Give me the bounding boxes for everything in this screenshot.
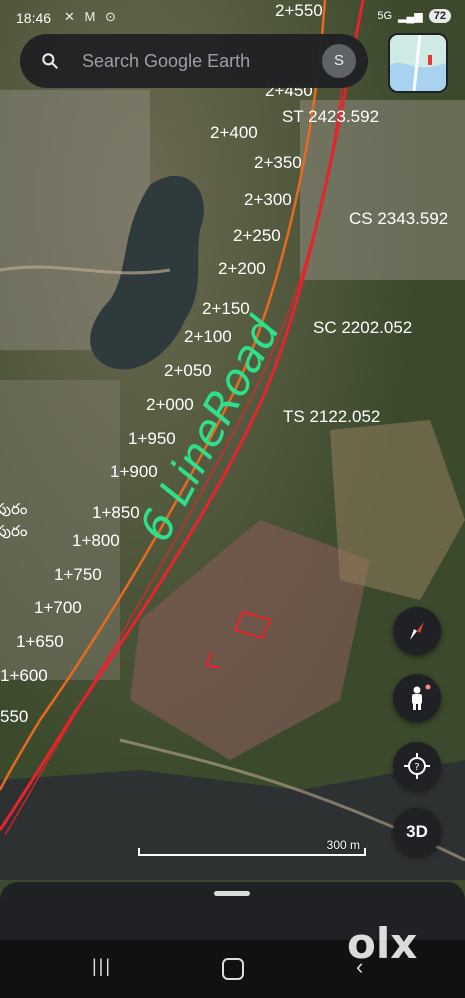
chainage-label: 550 [0,707,28,726]
place-label-2: పురం [0,522,28,540]
olx-watermark: OLX [347,919,417,968]
map-thumbnail-icon [390,35,446,91]
home-icon[interactable] [222,958,244,980]
olx-logo: OLX [347,919,417,968]
chainage-label: 1+700 [34,598,82,617]
clock: 18:46 [16,10,52,26]
locate-me-button[interactable]: ? [393,742,441,790]
signal-icon: ▂▄▆ [398,10,423,23]
search-icon [42,53,58,69]
map-scale: 300 m [138,838,366,858]
chainage-label: 1+800 [72,531,120,550]
search-input[interactable]: Search Google Earth [82,51,250,72]
map-layers-button[interactable] [388,33,448,93]
chainage-label: 2+050 [164,361,212,380]
status-bar: 18:46 ✕ M ⊙ 5G ▂▄▆ 72 [0,0,465,36]
chainage-label: 2+250 [233,226,281,245]
compass-button[interactable] [393,607,441,655]
chainage-label: 2+350 [254,153,302,172]
search-bar[interactable]: Search Google Earth S [20,34,368,88]
pegman-icon [412,684,431,710]
curve-point-label: CS 2343.592 [349,209,448,228]
avatar[interactable]: S [322,44,356,78]
location-target-icon: ? [404,753,430,779]
svg-text:?: ? [414,762,419,773]
chainage-label: 2+150 [202,299,250,318]
curve-point-label: TS 2122.052 [283,407,380,426]
place-label-1: పురం [0,500,28,518]
compass-icon [410,622,424,640]
chainage-label: 1+600 [0,666,48,685]
chainage-label: 1+750 [54,565,102,584]
chainage-label: 1+850 [92,503,140,522]
battery-icon: 72 [428,9,451,23]
chainage-label: 2+400 [210,123,258,142]
chainage-label: 2+300 [244,190,292,209]
chainage-label: 2+000 [146,395,194,414]
recent-apps-icon[interactable]: ||| [92,956,112,977]
chainage-label: 2+100 [184,327,232,346]
scale-bar [138,848,366,856]
street-view-button[interactable] [393,674,441,722]
3d-toggle-button[interactable]: 3D [393,808,441,856]
curve-point-label: ST 2423.592 [282,107,379,126]
drag-handle[interactable] [214,891,250,896]
curve-point-label: SC 2202.052 [313,318,412,337]
chainage-label: 1+950 [128,429,176,448]
network-icon: 5G [377,10,393,22]
chainage-label: 1+900 [110,462,158,481]
notification-icons: ✕ M ⊙ [64,9,119,24]
chainage-label: 2+200 [218,259,266,278]
chainage-label: 1+650 [16,632,64,651]
